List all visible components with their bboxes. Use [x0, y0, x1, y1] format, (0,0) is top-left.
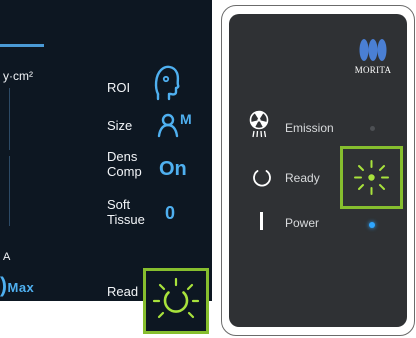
ready-circle-icon	[252, 167, 272, 192]
power-led	[369, 222, 375, 228]
control-panel-screen: y·cm² A )Max ROI Size M Dens Comp On Sof…	[0, 0, 212, 301]
emission-led	[370, 126, 375, 131]
head-outline-icon[interactable]	[152, 64, 182, 107]
ready-spinner-icon	[152, 277, 200, 319]
size-badge: M	[180, 112, 192, 127]
roi-label: ROI	[107, 80, 131, 95]
ready-led-highlight	[340, 146, 403, 209]
dens-comp-label: Dens Comp	[107, 149, 142, 179]
ready-led-blinking-icon	[354, 160, 389, 195]
dose-unit: y·cm²	[3, 69, 33, 83]
divider	[9, 156, 10, 226]
current-unit-label: A	[3, 251, 11, 263]
emission-label: Emission	[285, 121, 334, 135]
morita-logo-icon	[356, 38, 392, 67]
radiation-icon	[246, 110, 272, 145]
power-bar-icon	[260, 212, 263, 230]
brand-name: MORITA	[354, 65, 392, 75]
max-suffix: Max	[7, 280, 35, 295]
tab-indicator	[0, 44, 44, 47]
soft-tissue-label: Soft Tissue	[107, 197, 145, 227]
ready-indicator-label: Ready	[285, 171, 320, 185]
size-label: Size	[107, 118, 133, 133]
ready-indicator-highlight	[143, 268, 209, 334]
ready-label: Read	[107, 284, 139, 299]
max-value-digit: )	[0, 274, 8, 297]
head-size-icon[interactable]: M	[157, 111, 201, 143]
soft-tissue-value[interactable]: 0	[165, 203, 175, 224]
dens-comp-value[interactable]: On	[159, 158, 187, 181]
divider	[9, 88, 10, 150]
power-label: Power	[285, 216, 320, 230]
max-value: )Max	[0, 274, 34, 298]
